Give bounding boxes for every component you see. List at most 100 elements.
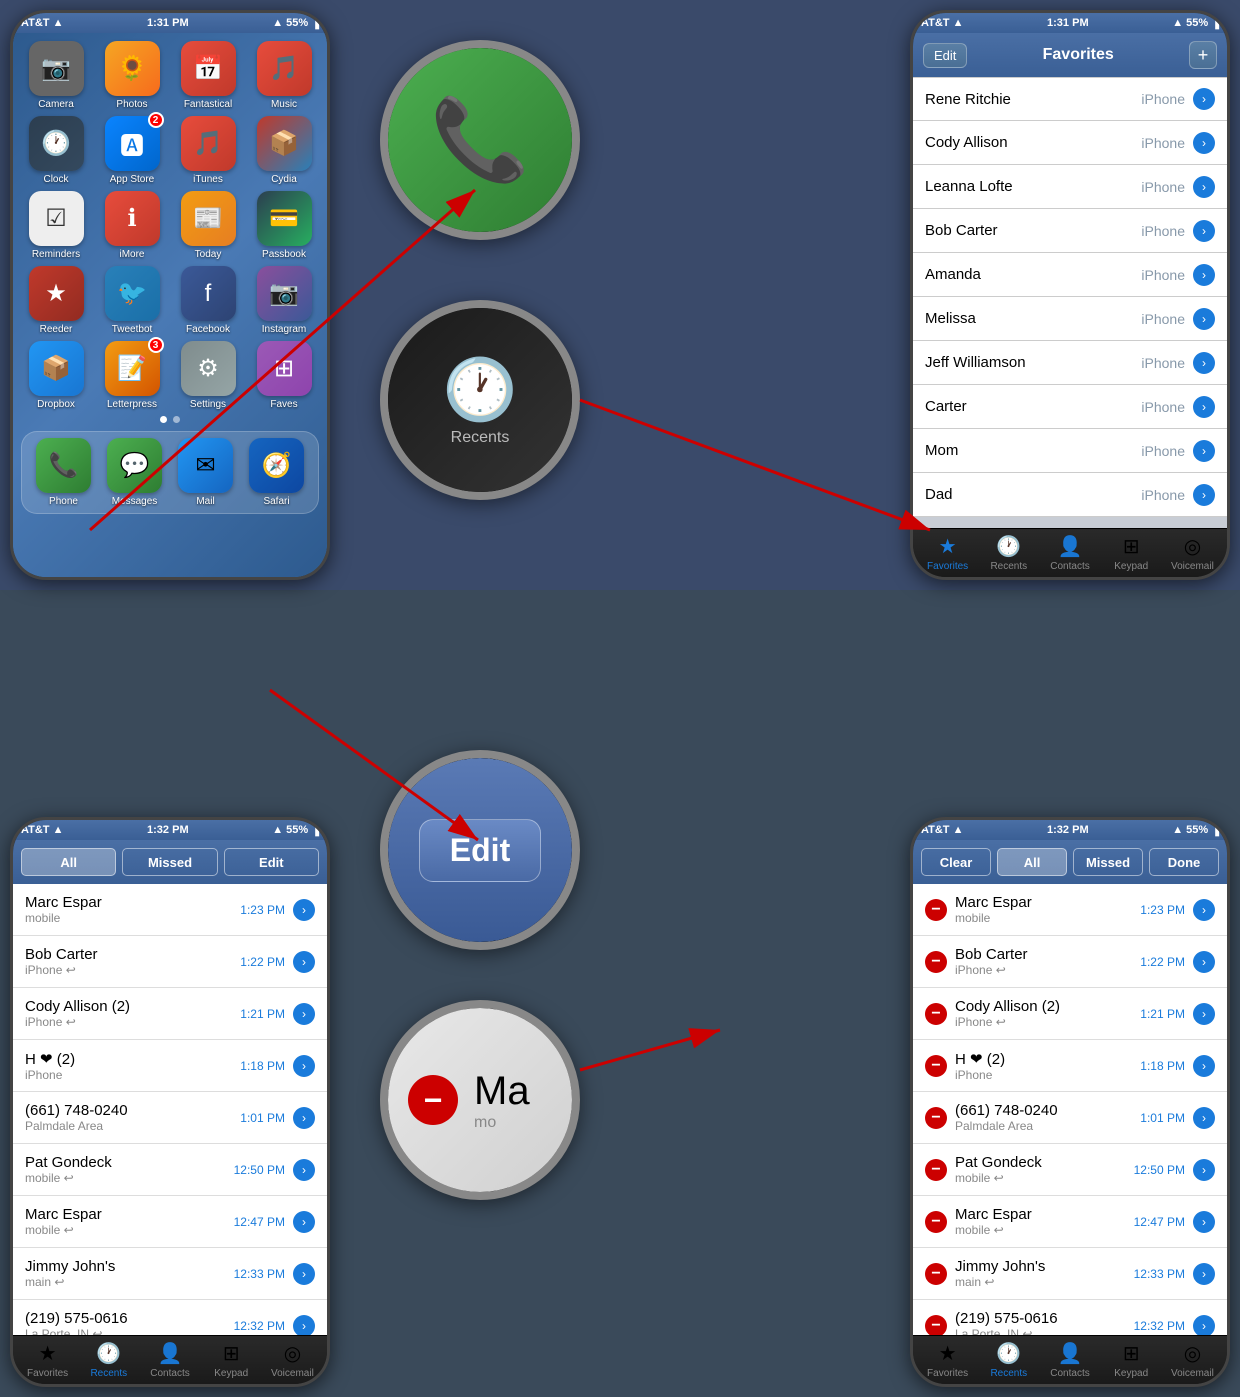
app-icon-app-store[interactable]: 🅰2App Store	[97, 116, 167, 185]
tab-favorites[interactable]: ★ Favorites	[17, 1337, 78, 1383]
recent-list-item[interactable]: Marc Espar mobile 1:23 PM ›	[13, 884, 327, 936]
recent-chevron[interactable]: ›	[1193, 1263, 1215, 1285]
app-icon-instagram[interactable]: 📷Instagram	[249, 266, 319, 335]
recent-list-item[interactable]: (219) 575-0616 La Porte, IN ↩ 12:32 PM ›	[13, 1300, 327, 1335]
tab-contacts[interactable]: 👤 Contacts	[139, 1337, 200, 1383]
app-icon-cydia[interactable]: 📦Cydia	[249, 116, 319, 185]
seg-btn-edit-all[interactable]: All	[997, 848, 1067, 876]
recent-chevron[interactable]: ›	[293, 899, 315, 921]
recent-chevron[interactable]: ›	[293, 1159, 315, 1181]
recent-chevron[interactable]: ›	[293, 1107, 315, 1129]
recent-chevron[interactable]: ›	[1193, 951, 1215, 973]
delete-button[interactable]: −	[925, 951, 947, 973]
tab-keypad[interactable]: ⊞ Keypad	[201, 1337, 262, 1383]
tab-voicemail[interactable]: ◎ Voicemail	[1162, 1337, 1223, 1383]
seg-btn-edit-done[interactable]: Done	[1149, 848, 1219, 876]
recent-chevron[interactable]: ›	[1193, 1107, 1215, 1129]
favorites-list-item[interactable]: Rene Ritchie iPhone ›	[913, 77, 1227, 121]
delete-button[interactable]: −	[925, 1263, 947, 1285]
recent-list-item[interactable]: Marc Espar mobile ↩ 12:47 PM ›	[13, 1196, 327, 1248]
tab-favorites[interactable]: ★ Favorites	[917, 1337, 978, 1383]
app-icon-reminders[interactable]: ☑Reminders	[21, 191, 91, 260]
recent-chevron[interactable]: ›	[1193, 1055, 1215, 1077]
favorites-list-item[interactable]: Jeff Williamson iPhone ›	[913, 341, 1227, 385]
recent-list-item[interactable]: − Pat Gondeck mobile ↩ 12:50 PM ›	[913, 1144, 1227, 1196]
app-icon-music[interactable]: 🎵Music	[249, 41, 319, 110]
recent-chevron[interactable]: ›	[1193, 1003, 1215, 1025]
recent-list-item[interactable]: − Bob Carter iPhone ↩ 1:22 PM ›	[913, 936, 1227, 988]
recent-chevron[interactable]: ›	[1193, 899, 1215, 921]
app-icon-fantastical[interactable]: 📅Fantastical	[173, 41, 243, 110]
app-icon-facebook[interactable]: fFacebook	[173, 266, 243, 335]
edit-button-fav[interactable]: Edit	[923, 43, 967, 68]
delete-button[interactable]: −	[925, 1315, 947, 1336]
favorite-chevron[interactable]: ›	[1193, 308, 1215, 330]
seg-btn-all[interactable]: All	[21, 848, 116, 876]
add-favorite-button[interactable]: +	[1189, 41, 1217, 69]
app-icon-clock[interactable]: 🕐Clock	[21, 116, 91, 185]
recent-list-item[interactable]: H ❤ (2) iPhone 1:18 PM ›	[13, 1040, 327, 1092]
favorite-chevron[interactable]: ›	[1193, 132, 1215, 154]
tab-favorites[interactable]: ★ Favorites	[917, 530, 978, 576]
favorites-list-item[interactable]: Dad iPhone ›	[913, 473, 1227, 517]
delete-button[interactable]: −	[925, 1159, 947, 1181]
dock-icon-phone[interactable]: 📞 Phone	[36, 438, 91, 507]
app-icon-letterpress[interactable]: 📝3Letterpress	[97, 341, 167, 410]
recent-list-item[interactable]: Cody Allison (2) iPhone ↩ 1:21 PM ›	[13, 988, 327, 1040]
favorite-chevron[interactable]: ›	[1193, 176, 1215, 198]
recent-chevron[interactable]: ›	[1193, 1159, 1215, 1181]
app-icon-itunes[interactable]: 🎵iTunes	[173, 116, 243, 185]
app-icon-dropbox[interactable]: 📦Dropbox	[21, 341, 91, 410]
favorite-chevron[interactable]: ›	[1193, 264, 1215, 286]
favorites-list-item[interactable]: Mom iPhone ›	[913, 429, 1227, 473]
tab-keypad[interactable]: ⊞ Keypad	[1101, 1337, 1162, 1383]
recent-chevron[interactable]: ›	[1193, 1211, 1215, 1233]
recent-chevron[interactable]: ›	[293, 1003, 315, 1025]
tab-voicemail[interactable]: ◎ Voicemail	[262, 1337, 323, 1383]
recent-list-item[interactable]: − Jimmy John's main ↩ 12:33 PM ›	[913, 1248, 1227, 1300]
app-icon-settings[interactable]: ⚙Settings	[173, 341, 243, 410]
app-icon-imore[interactable]: ℹiMore	[97, 191, 167, 260]
tab-recents[interactable]: 🕐 Recents	[978, 530, 1039, 576]
delete-button[interactable]: −	[925, 1055, 947, 1077]
recent-chevron[interactable]: ›	[293, 951, 315, 973]
edit-button-label-large[interactable]: Edit	[450, 832, 510, 868]
recent-chevron[interactable]: ›	[293, 1055, 315, 1077]
recent-list-item[interactable]: − (661) 748-0240 Palmdale Area 1:01 PM ›	[913, 1092, 1227, 1144]
tab-recents[interactable]: 🕐 Recents	[978, 1337, 1039, 1383]
recent-chevron[interactable]: ›	[293, 1315, 315, 1336]
favorites-list-item[interactable]: Carter iPhone ›	[913, 385, 1227, 429]
favorite-chevron[interactable]: ›	[1193, 220, 1215, 242]
favorites-list-item[interactable]: Bob Carter iPhone ›	[913, 209, 1227, 253]
favorite-chevron[interactable]: ›	[1193, 484, 1215, 506]
dock-icon-messages[interactable]: 💬 Messages	[107, 438, 162, 507]
app-icon-reeder[interactable]: ★Reeder	[21, 266, 91, 335]
dock-icon-mail[interactable]: ✉ Mail	[178, 438, 233, 507]
tab-contacts[interactable]: 👤 Contacts	[1039, 530, 1100, 576]
favorites-list-item[interactable]: Cody Allison iPhone ›	[913, 121, 1227, 165]
favorite-chevron[interactable]: ›	[1193, 352, 1215, 374]
delete-button[interactable]: −	[925, 899, 947, 921]
favorites-list-item[interactable]: Amanda iPhone ›	[913, 253, 1227, 297]
favorites-list-item[interactable]: Melissa iPhone ›	[913, 297, 1227, 341]
recent-list-item[interactable]: − (219) 575-0616 La Porte, IN ↩ 12:32 PM…	[913, 1300, 1227, 1335]
tab-keypad[interactable]: ⊞ Keypad	[1101, 530, 1162, 576]
delete-button[interactable]: −	[925, 1211, 947, 1233]
delete-button[interactable]: −	[925, 1107, 947, 1129]
recent-list-item[interactable]: − Marc Espar mobile ↩ 12:47 PM ›	[913, 1196, 1227, 1248]
recent-list-item[interactable]: Pat Gondeck mobile ↩ 12:50 PM ›	[13, 1144, 327, 1196]
delete-icon-large[interactable]: −	[408, 1075, 458, 1125]
seg-btn-edit-missed[interactable]: Missed	[1073, 848, 1143, 876]
favorite-chevron[interactable]: ›	[1193, 440, 1215, 462]
recent-chevron[interactable]: ›	[293, 1263, 315, 1285]
recent-list-item[interactable]: (661) 748-0240 Palmdale Area 1:01 PM ›	[13, 1092, 327, 1144]
dock-icon-safari[interactable]: 🧭 Safari	[249, 438, 304, 507]
app-icon-tweetbot[interactable]: 🐦Tweetbot	[97, 266, 167, 335]
favorite-chevron[interactable]: ›	[1193, 396, 1215, 418]
delete-button[interactable]: −	[925, 1003, 947, 1025]
app-icon-camera[interactable]: 📷Camera	[21, 41, 91, 110]
favorites-list-item[interactable]: Leanna Lofte iPhone ›	[913, 165, 1227, 209]
recent-list-item[interactable]: − Marc Espar mobile 1:23 PM ›	[913, 884, 1227, 936]
recent-list-item[interactable]: − H ❤ (2) iPhone 1:18 PM ›	[913, 1040, 1227, 1092]
recent-chevron[interactable]: ›	[1193, 1315, 1215, 1336]
